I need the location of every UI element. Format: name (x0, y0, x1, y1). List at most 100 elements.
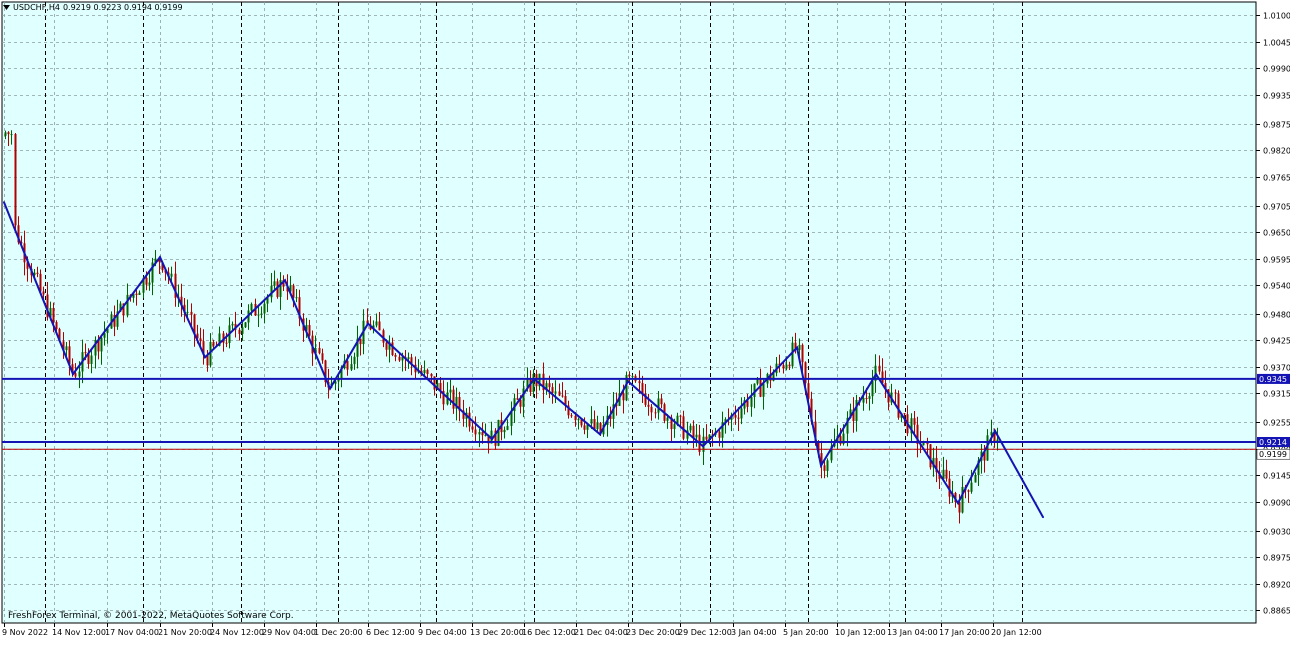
candle-body (593, 419, 596, 430)
candle-body (74, 373, 77, 377)
candle-body (734, 415, 737, 418)
candle-body (407, 357, 410, 359)
x-tick-label: 5 Jan 20:00 (783, 628, 829, 637)
y-tick-label: 0.8975 (1263, 554, 1290, 563)
candle-body (52, 308, 55, 323)
candle-body (826, 460, 829, 471)
zigzag-point (533, 377, 535, 380)
price-axis[interactable]: 1.0100 1.0045 0.9990 0.9935 0.9875 0.9820 0.97… (1256, 12, 1290, 616)
triangle-down-icon[interactable] (3, 4, 10, 11)
candle-body (894, 392, 897, 394)
candle-body (666, 417, 669, 421)
candle-body (481, 432, 484, 436)
y-tick-label: 0.9255 (1263, 419, 1290, 428)
candle-body (385, 342, 388, 350)
candle-body (897, 393, 900, 418)
candle-body (212, 342, 215, 346)
zigzag-point (159, 256, 161, 259)
candle-body (292, 285, 295, 298)
chart-area[interactable]: 1.0100 1.0045 0.9990 0.9935 0.9875 0.9820 0.97… (0, 0, 1290, 641)
candle-body (394, 355, 397, 357)
candle-body (737, 417, 740, 419)
y-tick-label: 0.9145 (1263, 472, 1290, 481)
level-price-label: 0.9214 (1259, 438, 1287, 447)
x-tick-label: 1 Dec 20:00 (314, 628, 363, 637)
candle-body (10, 134, 13, 136)
candle-body (970, 482, 973, 492)
candle-body (577, 419, 580, 421)
candle-body (190, 311, 193, 315)
copyright-text: FreshForex Terminal, © 2001-2022, MetaQu… (8, 611, 294, 621)
candle-body (65, 346, 68, 351)
candle-body (378, 321, 381, 331)
y-tick-label: 0.9935 (1263, 92, 1290, 101)
candle-body (798, 344, 801, 350)
time-axis[interactable]: 9 Nov 2022 14 Nov 12:00 17 Nov 04:00 21 Nov… (2, 623, 1042, 637)
x-tick-label: 29 Nov 04:00 (262, 628, 316, 637)
zigzag-point (204, 356, 206, 359)
zigzag-point (599, 433, 601, 436)
candle-body (679, 415, 682, 417)
candle-body (260, 313, 263, 315)
candle-body (273, 281, 276, 286)
candle-body (974, 475, 977, 483)
zigzag-point (329, 387, 331, 390)
candle-body (231, 323, 234, 326)
y-tick-label: 0.8865 (1263, 607, 1290, 616)
candle-body (945, 469, 948, 479)
candle-body (574, 415, 577, 421)
candle-body (673, 424, 676, 430)
candle-body (295, 297, 298, 299)
candle-body (100, 337, 103, 352)
candle-body (657, 398, 660, 413)
candle-body (660, 398, 663, 405)
candle-body (78, 371, 81, 377)
zigzag-point (994, 429, 996, 432)
y-tick-label: 0.9595 (1263, 256, 1290, 265)
x-tick-label: 14 Nov 12:00 (52, 628, 106, 637)
candle-body (628, 375, 631, 377)
candle-body (238, 329, 241, 334)
chart-svg[interactable]: 1.0100 1.0045 0.9990 0.9935 0.9875 0.9820 0.97… (0, 0, 1290, 641)
candle-body (375, 321, 378, 326)
x-tick-label: 16 Dec 12:00 (522, 628, 576, 637)
candle-body (929, 444, 932, 468)
candle-body (967, 490, 970, 492)
candle-body (740, 408, 743, 419)
candle-body (474, 429, 477, 435)
candle-body (804, 362, 807, 384)
candle-body (257, 314, 260, 316)
candle-body (762, 383, 765, 397)
candle-body (4, 132, 7, 136)
candle-body (346, 360, 349, 370)
candle-body (250, 303, 253, 311)
y-tick-label: 0.9765 (1263, 174, 1290, 183)
candle-body (855, 400, 858, 421)
candle-body (718, 431, 721, 438)
y-tick-label: 0.9030 (1263, 528, 1290, 537)
zigzag-point (367, 322, 369, 325)
x-tick-label: 17 Jan 20:00 (939, 628, 990, 637)
candle-body (913, 418, 916, 425)
candle-body (756, 379, 759, 384)
ohlc-values: 0.9219 0.9223 0.9194 0.9199 (62, 3, 183, 12)
zigzag-point (702, 445, 704, 448)
candle-body (631, 375, 634, 377)
candle-body (244, 322, 247, 328)
y-tick-label: 0.9705 (1263, 203, 1290, 212)
candle-body (126, 294, 129, 316)
candle-body (263, 303, 266, 314)
candle-body (865, 398, 868, 400)
candle-body (782, 365, 785, 369)
candle-body (961, 486, 964, 513)
candle-body (318, 347, 321, 354)
candle-body (225, 342, 228, 344)
candle-body (705, 436, 708, 440)
symbol-timeframe: USDCHF,H4 (13, 3, 60, 12)
y-tick-label: 0.9425 (1263, 337, 1290, 346)
x-tick-label: 9 Nov 2022 (2, 628, 48, 637)
candle-body (903, 413, 906, 415)
candle-body (554, 391, 557, 393)
candle-body (199, 338, 202, 342)
zigzag-point (491, 438, 493, 441)
